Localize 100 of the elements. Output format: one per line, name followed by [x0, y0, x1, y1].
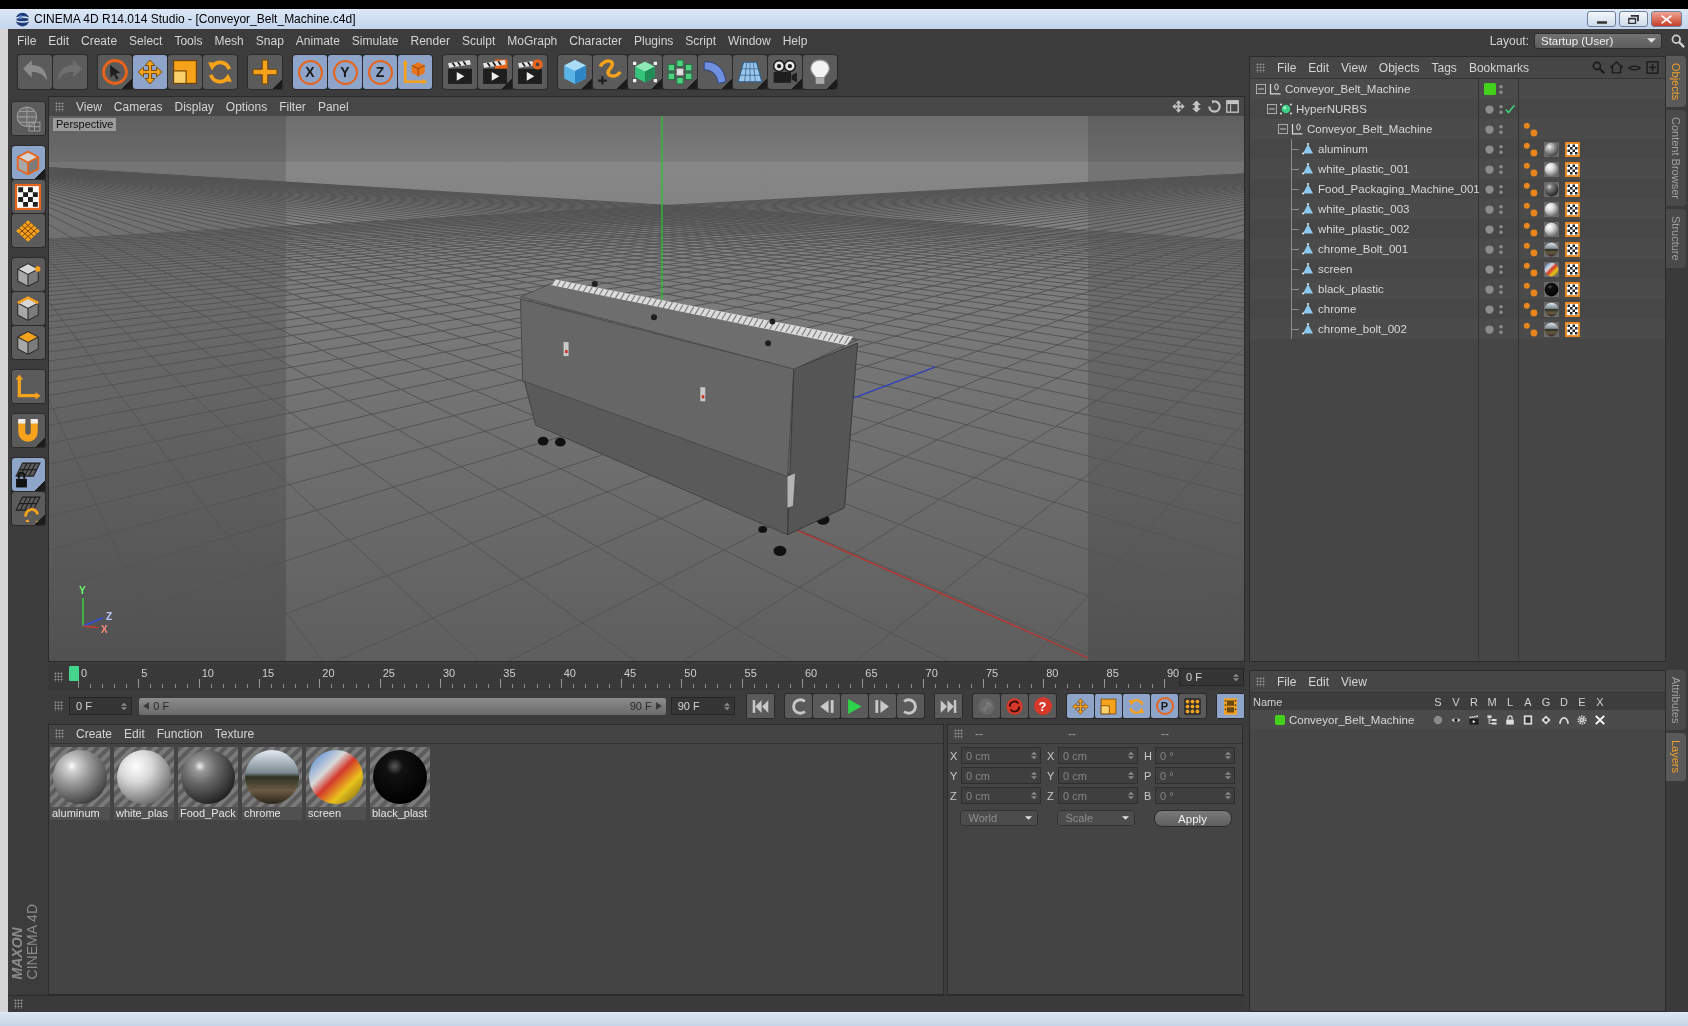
deformer-button[interactable]	[698, 55, 732, 89]
menu-item[interactable]: Tags	[1425, 60, 1463, 75]
camera-button[interactable]	[768, 55, 802, 89]
checker-tag-icon[interactable]	[1565, 141, 1580, 157]
checker-tag-icon[interactable]	[1565, 181, 1580, 197]
menu-item[interactable]: Filter	[273, 99, 312, 114]
current-frame-field[interactable]: 0 F	[1179, 668, 1244, 686]
add-tool-button[interactable]	[247, 54, 283, 90]
menu-item[interactable]: Function	[150, 727, 209, 741]
menu-item[interactable]: Edit	[1302, 674, 1336, 689]
key-scale-button[interactable]	[1095, 694, 1122, 718]
material-tag-icon[interactable]	[1544, 321, 1559, 337]
menu-item[interactable]: Edit	[42, 33, 76, 48]
axis-toggle-button[interactable]: X	[293, 55, 327, 89]
checker-tag-icon[interactable]	[1565, 321, 1580, 337]
checker-tag-icon[interactable]	[1565, 281, 1580, 297]
light-button[interactable]	[803, 55, 837, 89]
menu-item[interactable]: View	[1335, 60, 1373, 75]
window-icon[interactable]	[1226, 100, 1239, 113]
phong-tag-icon[interactable]	[1523, 241, 1538, 257]
tree-row[interactable]: black_plastic	[1250, 279, 1665, 299]
spline-button[interactable]	[593, 55, 627, 89]
menu-item[interactable]: MoGraph	[501, 33, 564, 48]
menu-item[interactable]: Panel	[311, 99, 355, 114]
minimize-button[interactable]	[1587, 11, 1616, 27]
render-view-button[interactable]	[443, 55, 477, 89]
model-mode-button[interactable]	[11, 146, 45, 179]
lock-icon[interactable]	[1505, 714, 1515, 725]
layer-row[interactable]: Conveyor_Belt_Machine	[1250, 710, 1665, 729]
axis-toggle-button[interactable]: Z	[363, 55, 397, 89]
collapse-icon[interactable]	[1278, 124, 1288, 134]
menu-item[interactable]: Edit	[118, 727, 151, 741]
menu-item[interactable]: View	[70, 99, 108, 114]
menu-item[interactable]: Help	[776, 33, 814, 48]
phong-tag-icon[interactable]	[1523, 121, 1538, 137]
apply-button[interactable]: Apply	[1153, 810, 1232, 827]
autokey-button[interactable]	[1001, 694, 1028, 718]
material-swatch[interactable]: black_plast	[370, 747, 430, 820]
material-swatch[interactable]: white_plas	[114, 747, 174, 820]
material-tag-icon[interactable]	[1544, 141, 1559, 157]
menu-item[interactable]: Create	[70, 727, 119, 741]
next-key-button[interactable]	[897, 694, 924, 718]
hierarchy-icon[interactable]	[1487, 714, 1497, 725]
menu-item[interactable]: Options	[219, 99, 274, 114]
menu-item[interactable]: View	[1335, 674, 1373, 689]
phong-tag-icon[interactable]	[1523, 281, 1538, 297]
render-picture-button[interactable]	[478, 55, 512, 89]
axis-toggle-button[interactable]: Y	[328, 55, 362, 89]
previous-key-button[interactable]	[785, 694, 812, 718]
phong-tag-icon[interactable]	[1523, 321, 1538, 337]
previous-frame-button[interactable]	[813, 694, 840, 718]
side-tab[interactable]: Objects	[1666, 56, 1686, 108]
material-swatch[interactable]: Food_Pack	[178, 747, 238, 820]
rotate-icon[interactable]	[1208, 100, 1221, 113]
material-tag-icon[interactable]	[1544, 281, 1559, 297]
tree-row[interactable]: chrome_bolt_002	[1250, 319, 1665, 339]
polygons-mode-button[interactable]	[11, 326, 45, 359]
menu-item[interactable]: Render	[404, 33, 456, 48]
checker-tag-icon[interactable]	[1565, 201, 1580, 217]
keyframe-button[interactable]: ?	[1029, 694, 1056, 718]
film-frame-icon[interactable]	[1523, 714, 1533, 725]
menu-item[interactable]: Edit	[1302, 60, 1336, 75]
render-settings-button[interactable]	[513, 55, 547, 89]
side-tab[interactable]: Content Browser	[1666, 110, 1686, 207]
points-mode-button[interactable]	[11, 258, 45, 291]
rotate-tool-button[interactable]	[203, 55, 237, 89]
checker-tag-icon[interactable]	[1565, 221, 1580, 237]
checker-tag-icon[interactable]	[1565, 261, 1580, 277]
clapperboard-icon[interactable]	[1469, 714, 1479, 725]
menu-item[interactable]: Display	[168, 99, 220, 114]
frame-range-slider[interactable]: 0 F 90 F	[139, 697, 666, 715]
cross-icon[interactable]	[1595, 714, 1605, 725]
material-swatch[interactable]: aluminum	[50, 747, 110, 820]
material-tag-icon[interactable]	[1544, 221, 1559, 237]
start-frame-field[interactable]: 0 F	[69, 697, 133, 715]
side-tab[interactable]: Layers	[1666, 733, 1686, 781]
next-frame-button[interactable]	[869, 694, 896, 718]
menu-item[interactable]: Bookmarks	[1462, 60, 1535, 75]
material-tag-icon[interactable]	[1544, 201, 1559, 217]
key-parameter-button[interactable]: P	[1151, 694, 1178, 718]
move-arrows-icon[interactable]	[1172, 100, 1185, 113]
subdivision-button[interactable]	[628, 55, 662, 89]
material-tag-icon[interactable]	[1544, 181, 1559, 197]
checker-tag-icon[interactable]	[1565, 301, 1580, 317]
search-icon[interactable]	[1671, 33, 1685, 48]
phong-tag-icon[interactable]	[1523, 141, 1538, 157]
menu-item[interactable]: Texture	[208, 727, 261, 741]
menu-item[interactable]: Plugins	[627, 33, 680, 48]
axis-mode-button[interactable]	[10, 369, 46, 404]
go-to-end-button[interactable]	[934, 693, 963, 719]
menu-item[interactable]: Tools	[168, 33, 209, 48]
material-tag-icon[interactable]	[1544, 241, 1559, 257]
zoom-arrow-icon[interactable]	[1190, 100, 1203, 113]
playhead-marker[interactable]	[69, 666, 79, 681]
menu-item[interactable]: File	[1271, 674, 1303, 689]
tree-row[interactable]: Conveyor_Belt_Machine	[1250, 119, 1665, 139]
tree-row[interactable]: chrome_Bolt_001	[1250, 239, 1665, 259]
timeline-button[interactable]	[1216, 693, 1245, 719]
checker-tag-icon[interactable]	[1565, 241, 1580, 257]
planar-workplane-button[interactable]	[11, 492, 45, 525]
